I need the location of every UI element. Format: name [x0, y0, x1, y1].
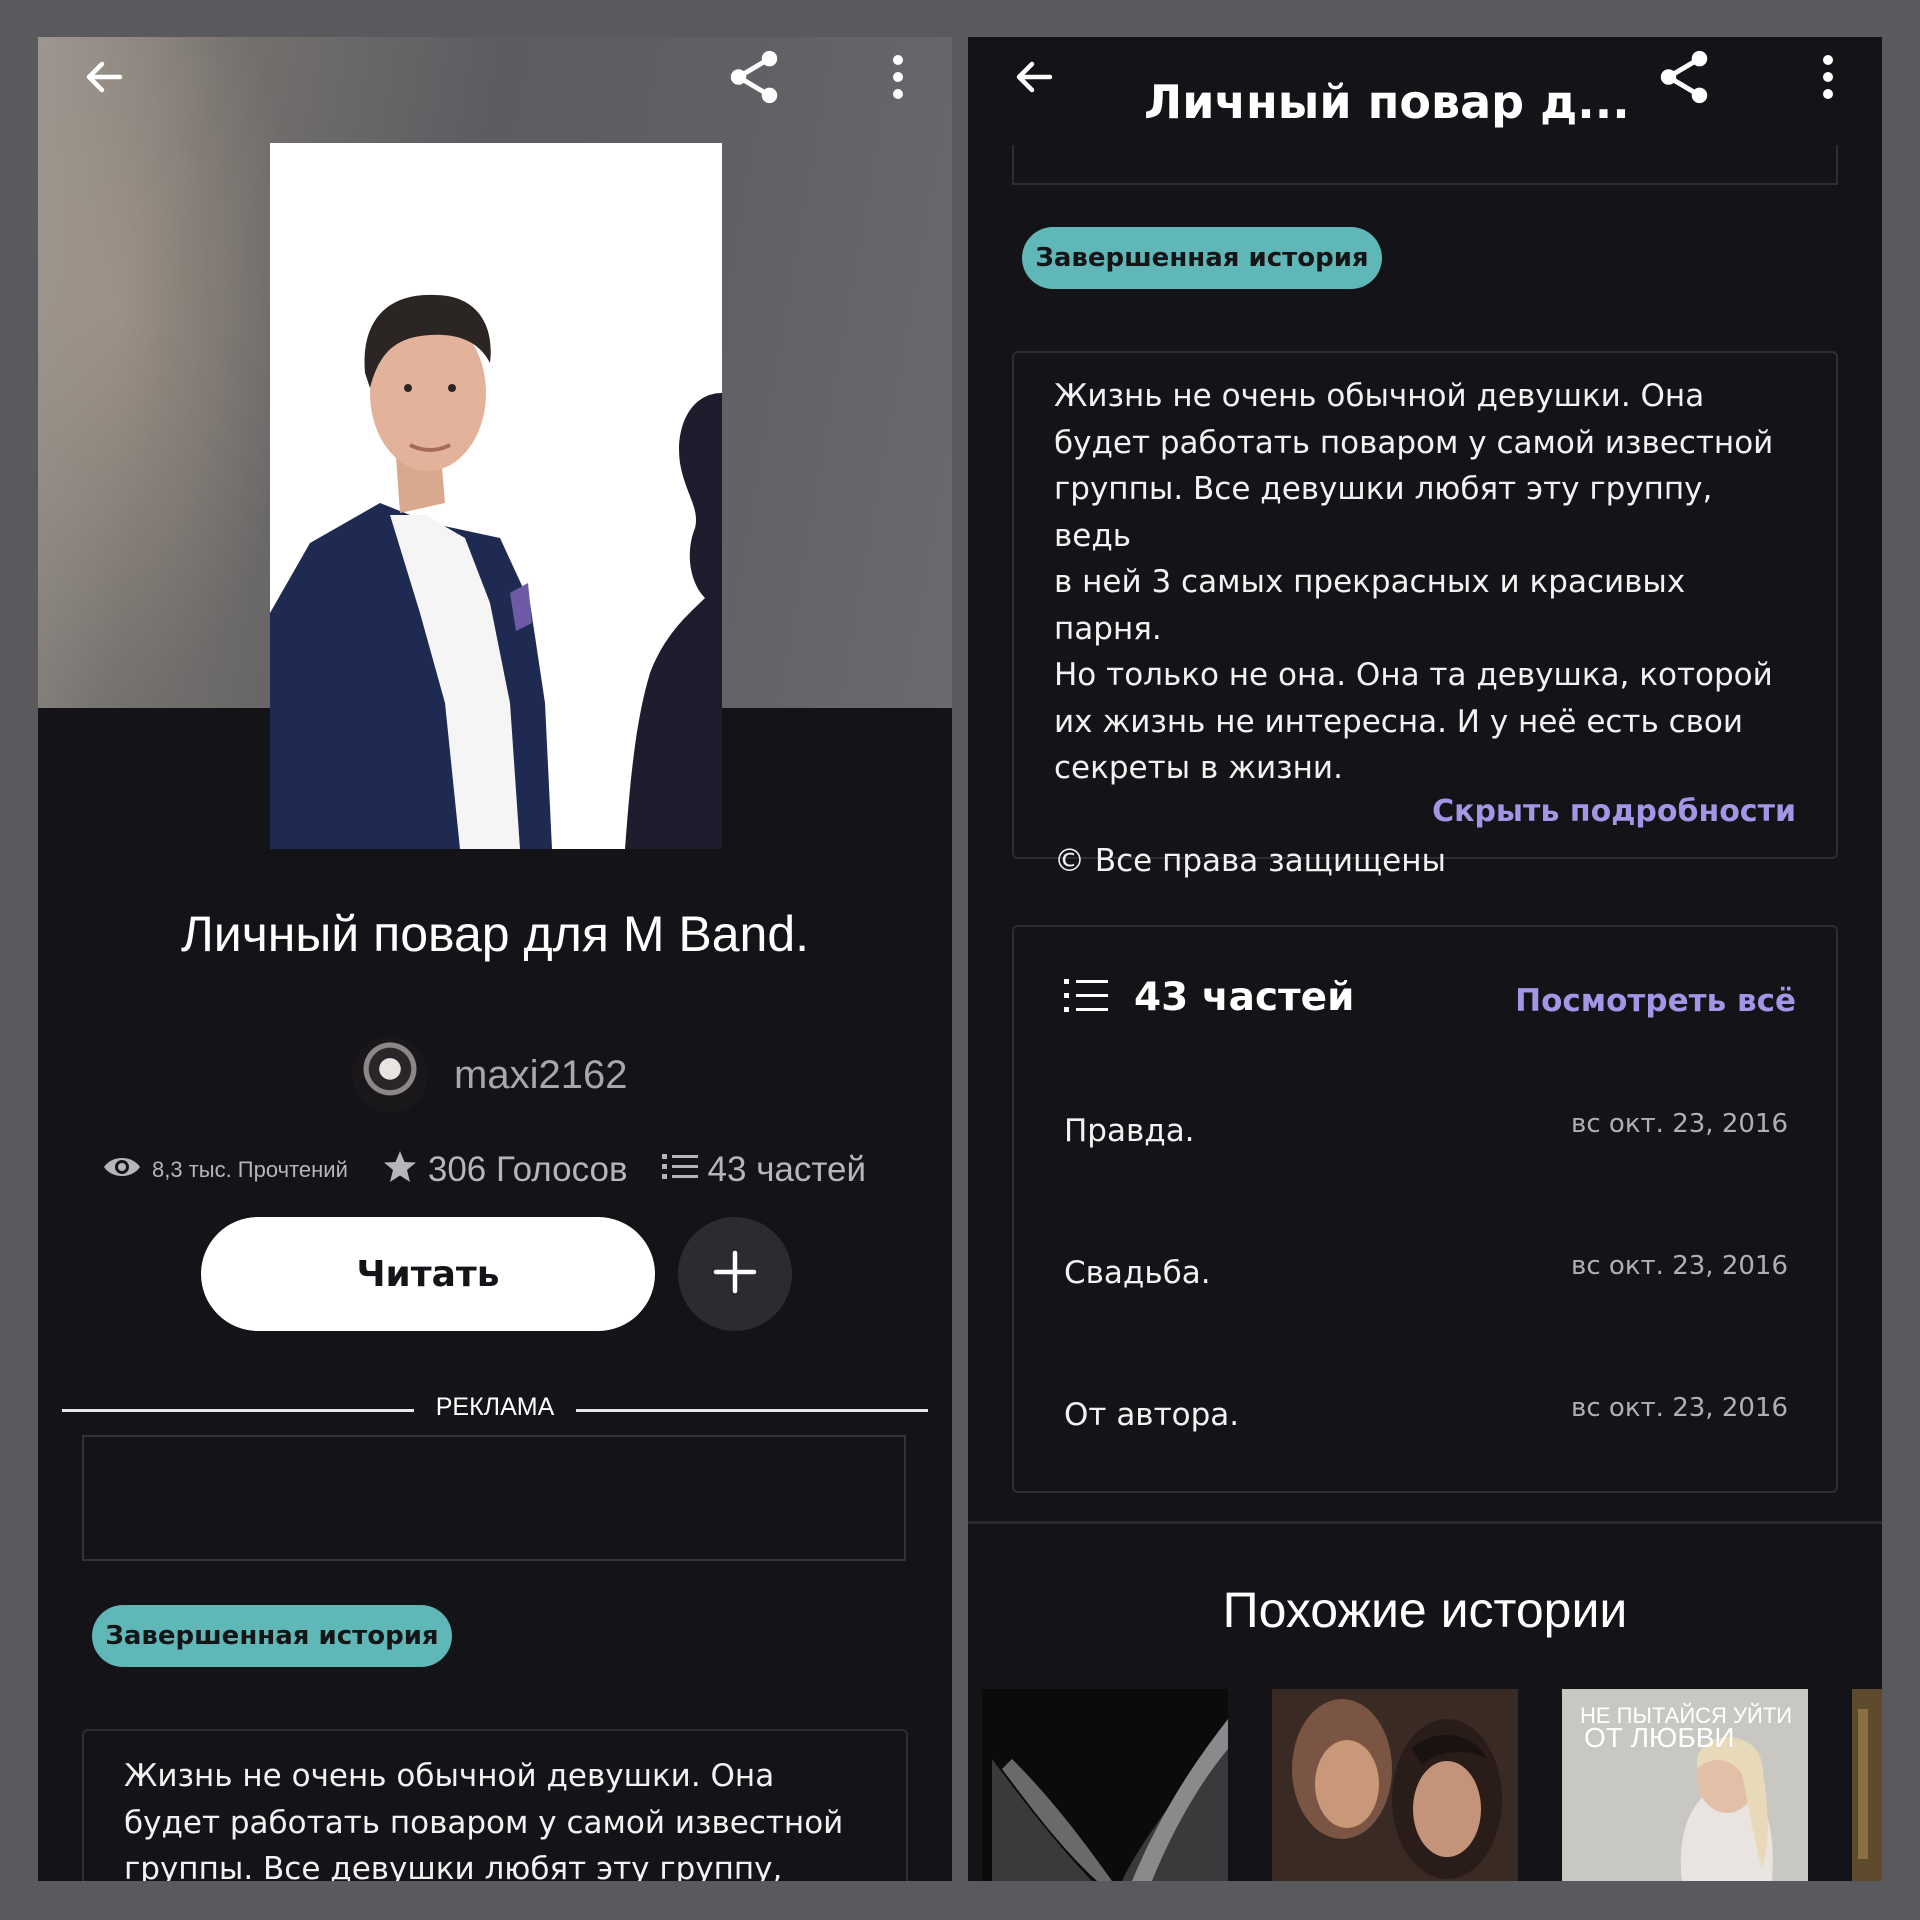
share-icon[interactable] [1654, 47, 1714, 107]
votes-stat: 306 Голосов [382, 1149, 628, 1190]
description-line: будет работать поваром у самой известной [124, 1804, 844, 1841]
votes-count: 306 Голосов [427, 1149, 628, 1189]
reads-stat: 8,3 тыс. Прочтений [102, 1153, 348, 1186]
copyright-text: © Все права защищены [1054, 842, 1446, 879]
more-vertical-icon[interactable] [1798, 47, 1858, 107]
share-icon[interactable] [724, 47, 784, 107]
author-name[interactable]: maxi2162 [454, 1053, 627, 1098]
part-row[interactable]: От автора. вс окт. 23, 2016 [1014, 1353, 1836, 1495]
part-row[interactable]: Свадьба. вс окт. 23, 2016 [1014, 1211, 1836, 1353]
status-badge: Завершенная история [92, 1605, 452, 1667]
similar-story-cover[interactable] [982, 1689, 1228, 1881]
author-link[interactable]: maxi2162 [352, 1037, 627, 1113]
parts-count: 43 частей [707, 1149, 867, 1189]
similar-story-cover[interactable] [1272, 1689, 1518, 1881]
ad-divider-right [576, 1409, 928, 1412]
header-title: Личный повар д... [1144, 75, 1630, 129]
description-box: Жизнь не очень обычной девушки. Она буде… [82, 1729, 908, 1881]
read-button[interactable]: Читать [201, 1217, 655, 1331]
story-detail-panel-right: Личный повар д... Завершенная история Жи… [968, 37, 1882, 1881]
list-icon [661, 1152, 698, 1187]
back-arrow-icon[interactable] [74, 47, 134, 107]
description-line: группы. Все девушки любят эту группу, ве… [124, 1851, 783, 1881]
story-cover-image [270, 143, 722, 849]
part-title: От автора. [1064, 1397, 1240, 1433]
part-row[interactable]: Правда. вс окт. 23, 2016 [1014, 1069, 1836, 1211]
description-text: Жизнь не очень обычной девушки. Она буде… [1054, 378, 1774, 786]
plus-icon [713, 1250, 757, 1298]
list-icon [1064, 976, 1108, 1020]
part-title: Свадьба. [1064, 1255, 1211, 1291]
add-to-library-button[interactable] [678, 1217, 792, 1331]
see-all-link[interactable]: Посмотреть всё [1515, 983, 1796, 1019]
part-date: вс окт. 23, 2016 [1571, 1393, 1788, 1423]
eye-icon [102, 1153, 142, 1186]
cover-text-line2: ОТ ЛЮБВИ [1584, 1722, 1735, 1753]
similar-story-cover[interactable]: НЕ ПЫТАЙСЯ УЙТИ ОТ ЛЮБВИ [1562, 1689, 1808, 1881]
story-detail-panel-left: Личный повар для M Band. maxi2162 8,3 ты… [38, 37, 952, 1881]
status-badge: Завершенная история [1022, 227, 1382, 289]
section-divider [968, 1521, 1882, 1524]
parts-list: 43 частей Посмотреть всё Правда. вс окт.… [1012, 925, 1838, 1493]
ad-slot-bottom-edge [1012, 145, 1838, 185]
star-icon [382, 1149, 418, 1190]
story-title: Личный повар для M Band. [180, 906, 810, 962]
more-vertical-icon[interactable] [868, 47, 928, 107]
description-box: Жизнь не очень обычной девушки. Она буде… [1012, 351, 1838, 879]
part-title: Правда. [1064, 1113, 1195, 1149]
back-arrow-icon[interactable] [1004, 47, 1064, 107]
part-date: вс окт. 23, 2016 [1571, 1109, 1788, 1139]
similar-story-cover[interactable] [1852, 1689, 1882, 1881]
description-line: Жизнь не очень обычной девушки. Она [124, 1758, 775, 1794]
ad-label: РЕКЛАМА [435, 1393, 555, 1421]
part-date: вс окт. 23, 2016 [1571, 1251, 1788, 1281]
reads-count: 8,3 тыс. Прочтений [152, 1156, 348, 1182]
hide-details-link[interactable]: Скрыть подробности [1432, 789, 1796, 836]
parts-stat: 43 частей [661, 1149, 867, 1190]
parts-count: 43 частей [1134, 975, 1355, 1020]
parts-header: 43 частей [1064, 975, 1354, 1020]
similar-stories-title: Похожие истории [1222, 1582, 1628, 1638]
story-stats: 8,3 тыс. Прочтений 306 Голосов 43 частей [102, 1149, 900, 1190]
ad-slot[interactable] [82, 1435, 906, 1561]
author-avatar[interactable] [352, 1037, 428, 1113]
